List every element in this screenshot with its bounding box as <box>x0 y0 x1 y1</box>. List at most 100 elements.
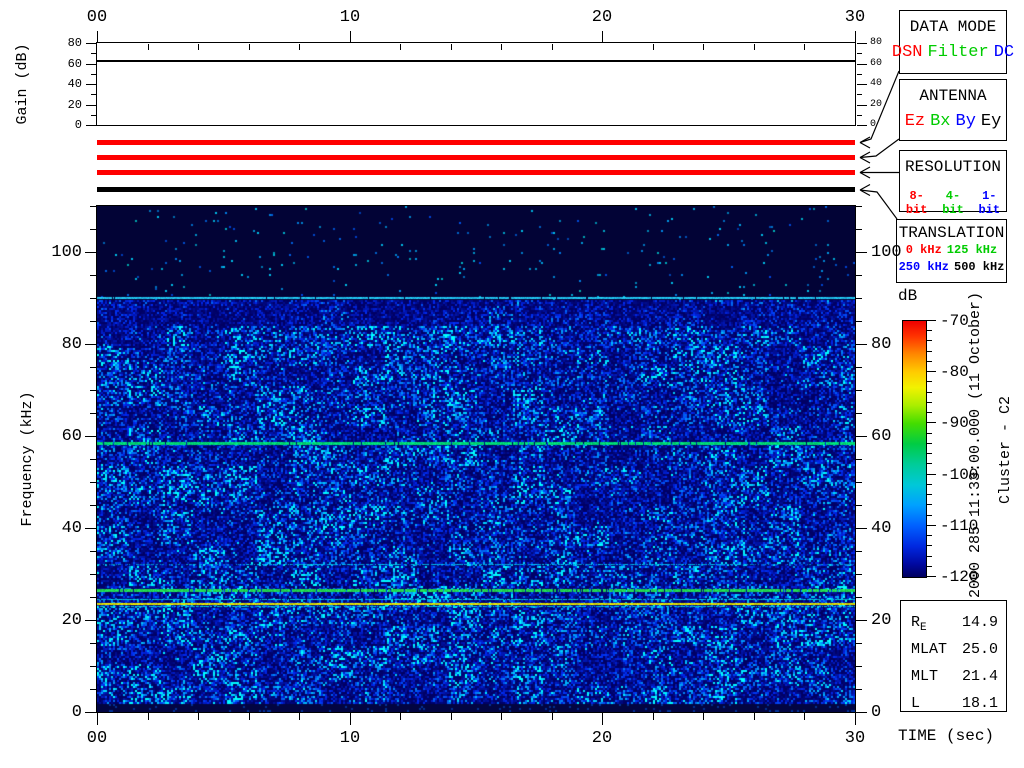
freq-minor-tick <box>90 689 96 690</box>
colorbar-major-tick <box>927 474 936 475</box>
gain-minor-tick <box>91 74 96 75</box>
freq-minor-tick <box>856 413 862 414</box>
time-minor-tick <box>703 713 704 720</box>
freq-major-tick <box>856 620 867 621</box>
freq-minor-tick <box>90 643 96 644</box>
gain-tick-label: 60 <box>870 58 883 69</box>
time-minor-tick <box>249 713 250 720</box>
freq-tick-label: 100 <box>51 243 82 262</box>
colorbar-minor-tick <box>927 351 932 352</box>
freq-tick-label: 80 <box>61 335 82 354</box>
freq-minor-tick <box>856 206 862 207</box>
freq-tick-label: 100 <box>871 243 902 262</box>
time-major-tick <box>97 713 98 725</box>
colorbar-major-tick <box>927 320 936 321</box>
colorbar-tick-label: -110 <box>940 517 979 535</box>
colorbar-tick-label: -80 <box>940 363 969 381</box>
time-minor-tick <box>703 44 704 50</box>
option-4-bit: 4-bit <box>942 189 964 217</box>
freq-tick-label: 20 <box>871 611 892 630</box>
option-by: By <box>955 112 976 131</box>
time-minor-tick <box>754 713 755 720</box>
colorbar-minor-tick <box>927 535 932 536</box>
time-major-tick <box>602 31 603 43</box>
data-mode-panel: DATA MODE DSN Filter DC <box>892 10 1014 74</box>
time-tick-label: 30 <box>844 729 866 748</box>
gain-line <box>97 60 855 62</box>
freq-minor-tick <box>856 505 862 506</box>
freq-major-tick <box>856 344 867 345</box>
translation-panel: TRANSLATION 0 kHz 125 kHz 250 kHz 500 kHz <box>896 219 1007 283</box>
gain-tick-label: 40 <box>870 78 883 89</box>
time-minor-tick <box>653 44 654 50</box>
data-mode-title: DATA MODE <box>909 18 997 36</box>
colorbar-tick-label: -100 <box>940 466 979 484</box>
freq-minor-tick <box>856 459 862 460</box>
colorbar-minor-tick <box>927 545 932 546</box>
gain-minor-tick <box>857 74 862 75</box>
freq-minor-tick <box>90 229 96 230</box>
freq-minor-tick <box>90 321 96 322</box>
gain-major-tick <box>86 84 96 85</box>
gain-tick-label: 20 <box>67 98 82 112</box>
gain-tick-label: 80 <box>67 36 82 50</box>
gain-minor-tick <box>91 94 96 95</box>
option-250-khz: 250 kHz <box>898 260 949 274</box>
antenna-options: Ez Bx By Ey <box>900 112 1006 131</box>
gain-major-tick <box>857 105 867 106</box>
colorbar-minor-tick <box>927 340 932 341</box>
colorbar-minor-tick <box>927 402 932 403</box>
freq-minor-tick <box>856 229 862 230</box>
option-0-khz: 0 kHz <box>905 243 942 257</box>
antenna-panel: ANTENNA Ez Bx By Ey <box>899 79 1007 141</box>
row-value: 21.4 <box>961 668 998 685</box>
gain-tick-label: 60 <box>67 57 82 71</box>
freq-minor-tick <box>856 551 862 552</box>
colorbar-minor-tick <box>927 463 932 464</box>
time-minor-tick <box>451 44 452 50</box>
colorbar-tick-label: -120 <box>940 568 979 586</box>
freq-tick-label: 0 <box>71 703 82 722</box>
freq-minor-tick <box>90 666 96 667</box>
time-major-tick <box>350 31 351 43</box>
gain-minor-tick <box>857 115 862 116</box>
gain-major-tick <box>857 64 867 65</box>
freq-tick-label: 40 <box>61 519 82 538</box>
row-label: L <box>911 695 921 712</box>
freq-minor-tick <box>90 459 96 460</box>
time-minor-tick <box>552 713 553 720</box>
freq-major-tick <box>856 252 867 253</box>
row-label: MLT <box>911 668 939 685</box>
gain-tick-label: 80 <box>870 37 883 48</box>
option-dsn: DSN <box>891 43 923 62</box>
row-value: 25.0 <box>961 641 998 658</box>
time-major-tick <box>855 713 856 725</box>
time-minor-tick <box>299 713 300 720</box>
time-minor-tick <box>148 713 149 720</box>
time-tick-label: 20 <box>591 729 613 748</box>
resolution-options: 8-bit 4-bit 1-bit <box>900 189 1006 217</box>
time-major-tick <box>855 31 856 43</box>
gain-minor-tick <box>91 115 96 116</box>
option-ez: Ez <box>904 112 926 131</box>
gain-tick-label: 40 <box>67 77 82 91</box>
gain-major-tick <box>86 43 96 44</box>
freq-tick-label: 40 <box>871 519 892 538</box>
freq-minor-tick <box>856 574 862 575</box>
table-row: RE 14.9 <box>901 609 1006 636</box>
time-minor-tick <box>804 44 805 50</box>
colorbar-major-tick <box>927 422 936 423</box>
freq-minor-tick <box>90 275 96 276</box>
time-minor-tick <box>299 44 300 50</box>
freq-major-tick <box>856 436 867 437</box>
colorbar-minor-tick <box>927 433 932 434</box>
time-minor-tick <box>400 713 401 720</box>
colorbar-minor-tick <box>927 484 932 485</box>
option-filter: Filter <box>927 43 989 62</box>
freq-minor-tick <box>90 413 96 414</box>
colorbar-minor-tick <box>927 515 932 516</box>
freq-major-tick <box>85 252 96 253</box>
colorbar-minor-tick <box>927 381 932 382</box>
freq-minor-tick <box>856 666 862 667</box>
data-mode-bar <box>97 140 855 145</box>
